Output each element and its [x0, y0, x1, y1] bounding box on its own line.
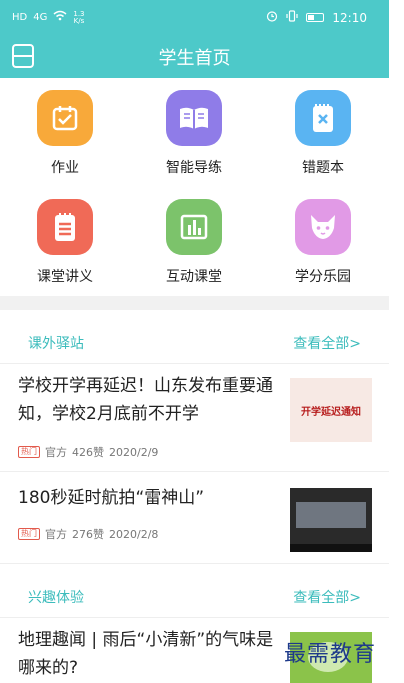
notes-icon: [37, 199, 93, 255]
article-item[interactable]: 180秒延时航拍“雷神山” 热门 官方 276赞 2020/2/8: [0, 472, 389, 564]
tile-label: 课堂讲义: [37, 269, 93, 285]
bar-chart-icon: [166, 199, 222, 255]
status-time: 12:10: [332, 10, 367, 25]
article-thumbnail[interactable]: 开学延迟通知: [290, 378, 372, 442]
section-divider: [0, 296, 389, 310]
hot-badge: 热门: [18, 446, 40, 458]
tile-label: 错题本: [302, 160, 344, 176]
wifi-icon: [53, 10, 67, 25]
network-speed: 1.3 K/s: [73, 10, 85, 25]
calendar-check-icon: [37, 90, 93, 146]
article-title: 180秒延时航拍“雷神山”: [18, 488, 205, 508]
article-meta: 热门 官方 276赞 2020/2/8: [18, 526, 158, 542]
section-header-interest: 兴趣体验 查看全部>: [0, 574, 389, 618]
fox-icon: [295, 199, 351, 255]
header-bar: 学生首页: [0, 36, 389, 78]
tile-label: 智能导练: [166, 160, 222, 176]
feature-grid: 作业 智能导练 错题本 课堂讲义 互动课堂 学分乐园: [0, 78, 389, 296]
article-date: 2020/2/9: [109, 445, 159, 459]
section-title: 兴趣体验: [28, 590, 84, 606]
page-title: 学生首页: [158, 48, 231, 69]
thumbnail-image: [296, 502, 366, 528]
book-icon: [166, 90, 222, 146]
tile-mistake-book[interactable]: 错题本: [263, 90, 383, 177]
hot-badge: 热门: [18, 528, 40, 540]
section-title: 课外驿站: [28, 336, 84, 352]
battery-icon: [306, 13, 325, 22]
tile-interactive-class[interactable]: 互动课堂: [134, 199, 254, 286]
status-bar: HD 4G 1.3 K/s 12:10: [0, 0, 389, 36]
video-progress-bar: [290, 544, 372, 552]
article-meta: 热门 官方 426赞 2020/2/9: [18, 444, 158, 460]
network-speed-unit: K/s: [73, 16, 85, 25]
article-date: 2020/2/8: [109, 527, 159, 541]
thumbnail-text: 开学延迟通知: [301, 406, 361, 418]
article-item[interactable]: 学校开学再延迟！山东发布重要通知，学校2月底前不开学 热门 官方 426赞 20…: [0, 364, 389, 472]
article-source: 官方: [45, 446, 67, 459]
carrier-indicator: HD: [12, 11, 28, 23]
notebook-x-icon: [295, 90, 351, 146]
tile-smart-practice[interactable]: 智能导练: [134, 90, 254, 177]
view-all-link[interactable]: 查看全部>: [293, 587, 361, 607]
tile-label: 学分乐园: [295, 269, 351, 285]
section-header-extracurricular: 课外驿站 查看全部>: [0, 320, 389, 364]
alarm-icon: [266, 10, 278, 25]
article-likes: 426赞: [72, 446, 104, 459]
tile-credit-park[interactable]: 学分乐园: [263, 199, 383, 286]
article-source: 官方: [45, 528, 67, 541]
watermark-logo: 最需教育: [284, 642, 377, 667]
tile-lecture-notes[interactable]: 课堂讲义: [5, 199, 125, 286]
article-title: 地理趣闻 | 雨后“小清新”的气味是哪来的?: [18, 630, 274, 678]
article-title: 学校开学再延迟！山东发布重要通知，学校2月底前不开学: [18, 376, 273, 424]
article-thumbnail[interactable]: [290, 488, 372, 552]
vibrate-icon: [286, 10, 299, 25]
tile-label: 互动课堂: [166, 269, 222, 285]
tile-label: 作业: [51, 160, 79, 176]
tile-homework[interactable]: 作业: [5, 90, 125, 177]
signal-icon: 4G: [33, 11, 48, 23]
view-all-link[interactable]: 查看全部>: [293, 333, 361, 353]
article-likes: 276赞: [72, 528, 104, 541]
